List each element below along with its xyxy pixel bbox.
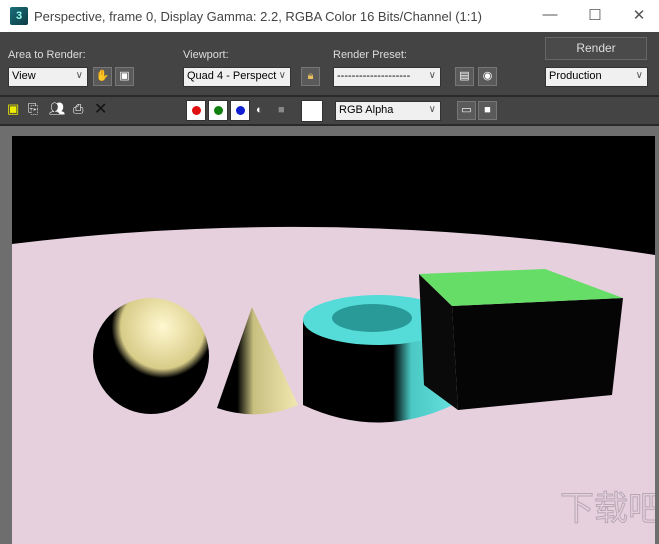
- monochrome-icon[interactable]: ◐: [256, 104, 263, 116]
- blue-dot-icon: [236, 106, 245, 115]
- area-to-render-select[interactable]: View ∨: [8, 67, 88, 87]
- channel-display-select[interactable]: RGB Alpha ∨: [335, 101, 441, 121]
- environment-icon[interactable]: ◉: [478, 67, 497, 86]
- area-value: View: [12, 70, 36, 82]
- blue-channel-toggle[interactable]: [230, 100, 250, 121]
- viewport-label: Viewport:: [183, 49, 229, 61]
- toggle-ui-icon[interactable]: ▭: [457, 101, 476, 120]
- viewport-value: Quad 4 - Perspect: [187, 70, 277, 82]
- red-channel-toggle[interactable]: [186, 100, 206, 121]
- alpha-icon[interactable]: ■: [278, 104, 285, 116]
- edit-region-icon[interactable]: ✋: [93, 67, 112, 86]
- copy-icon[interactable]: ⎘: [28, 101, 38, 117]
- box-front: [452, 298, 623, 410]
- render-setup-icon[interactable]: ▤: [455, 67, 474, 86]
- close-button[interactable]: ✕: [624, 6, 654, 24]
- clone-window-icon[interactable]: 👥︎: [49, 101, 66, 117]
- chevron-down-icon: ∨: [278, 70, 286, 81]
- watermark-logo: 下载吧: [560, 489, 655, 529]
- chevron-down-icon: ∨: [635, 70, 643, 81]
- print-icon[interactable]: ⎙: [73, 101, 83, 117]
- render-preset-select[interactable]: -------------------- ∨: [333, 67, 441, 87]
- chevron-down-icon: ∨: [428, 104, 436, 115]
- preset-value: --------------------: [337, 70, 411, 82]
- clear-icon[interactable]: ✕: [94, 99, 107, 119]
- green-channel-toggle[interactable]: [208, 100, 228, 121]
- sphere: [93, 298, 209, 414]
- viewport-select[interactable]: Quad 4 - Perspect ∨: [183, 67, 291, 87]
- divider: [0, 95, 659, 97]
- app-icon: 3: [10, 7, 28, 25]
- chevron-down-icon: ∨: [428, 70, 436, 81]
- display-toggle-icon[interactable]: ■: [478, 101, 497, 120]
- tube-hole: [332, 304, 412, 332]
- window-title: Perspective, frame 0, Display Gamma: 2.2…: [34, 8, 482, 24]
- render-mode-select[interactable]: Production ∨: [545, 67, 648, 87]
- color-swatch[interactable]: [301, 100, 323, 122]
- red-dot-icon: [192, 106, 201, 115]
- channel-value: RGB Alpha: [339, 104, 394, 116]
- green-dot-icon: [214, 106, 223, 115]
- chevron-down-icon: ∨: [75, 70, 83, 81]
- auto-region-icon[interactable]: ▣: [115, 67, 134, 86]
- render-button[interactable]: Render: [545, 37, 647, 60]
- save-icon[interactable]: ▣: [7, 101, 19, 117]
- minimize-button[interactable]: —: [535, 6, 565, 23]
- maximize-button[interactable]: ☐: [580, 6, 610, 24]
- rendered-image: 下载吧: [12, 136, 655, 544]
- render-preset-label: Render Preset:: [333, 49, 407, 61]
- render-mode-value: Production: [549, 70, 602, 82]
- title-bar: 3 Perspective, frame 0, Display Gamma: 2…: [0, 0, 659, 32]
- lock-icon[interactable]: 🔒︎: [301, 67, 320, 86]
- area-to-render-label: Area to Render:: [8, 49, 86, 61]
